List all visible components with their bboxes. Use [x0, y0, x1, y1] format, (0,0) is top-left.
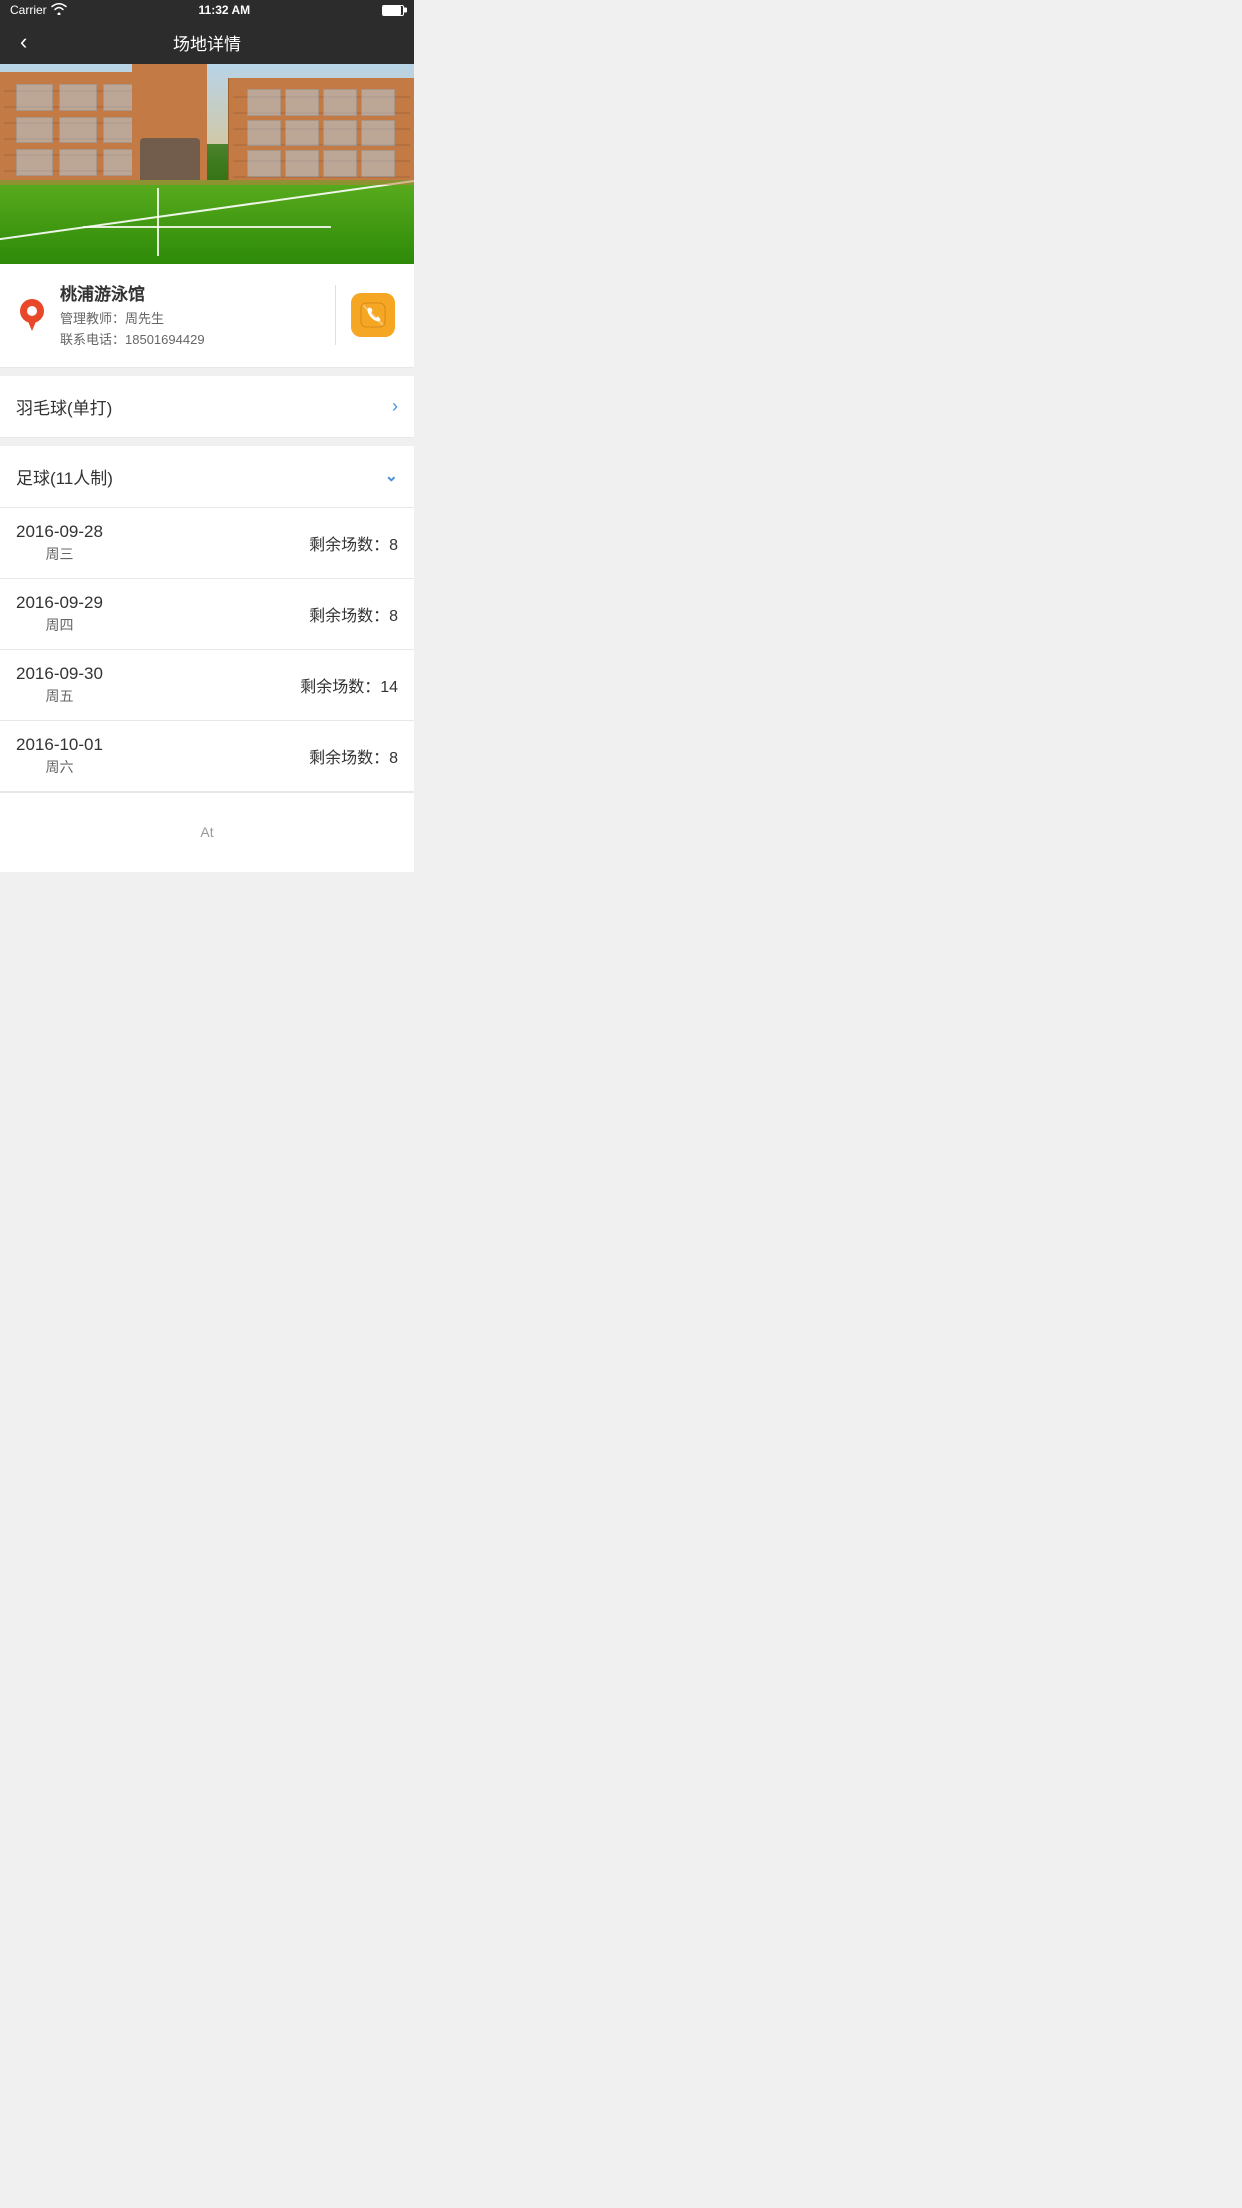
- back-button[interactable]: ‹: [15, 24, 32, 60]
- wifi-icon: [51, 3, 67, 18]
- call-button[interactable]: [348, 290, 398, 340]
- venue-info-section: 桃浦游泳馆 管理教师：周先生 联系电话：18501694429: [0, 264, 414, 368]
- date-info-3: 2016-10-01 周六: [16, 735, 103, 777]
- location-icon: [16, 299, 48, 331]
- status-time: 11:32 AM: [199, 3, 251, 17]
- battery-icon: [382, 5, 404, 16]
- bottom-area: At: [0, 792, 414, 872]
- venue-details: 桃浦游泳馆 管理教师：周先生 联系电话：18501694429: [60, 280, 323, 351]
- bottom-text: At: [200, 824, 213, 840]
- sport-row-badminton[interactable]: 羽毛球(单打) ›: [0, 376, 414, 438]
- remain-count-3: 8: [389, 750, 398, 767]
- venue-image: [0, 64, 414, 264]
- remain-label-3: 剩余场数：: [309, 750, 389, 767]
- date-text-1: 2016-09-29: [16, 593, 103, 613]
- date-text-3: 2016-10-01: [16, 735, 103, 755]
- remain-count-1: 8: [389, 608, 398, 625]
- sport-label-football: 足球(11人制): [16, 464, 113, 489]
- carrier-label: Carrier: [10, 3, 47, 17]
- date-info-0: 2016-09-28 周三: [16, 522, 103, 564]
- remaining-0: 剩余场数：8: [309, 531, 398, 555]
- date-row-3[interactable]: 2016-10-01 周六 剩余场数：8: [0, 721, 414, 792]
- section-separator-2: [0, 438, 414, 446]
- map-pin-icon: [19, 299, 45, 331]
- remain-count-0: 8: [389, 537, 398, 554]
- date-info-1: 2016-09-29 周四: [16, 593, 103, 635]
- date-text-0: 2016-09-28: [16, 522, 103, 542]
- remaining-1: 剩余场数：8: [309, 602, 398, 626]
- chevron-right-icon: ›: [392, 396, 398, 417]
- date-row-2[interactable]: 2016-09-30 周五 剩余场数：14: [0, 650, 414, 721]
- date-row-0[interactable]: 2016-09-28 周三 剩余场数：8: [0, 508, 414, 579]
- venue-name: 桃浦游泳馆: [60, 280, 323, 305]
- status-right: [382, 5, 404, 16]
- venue-manager: 管理教师：周先生: [60, 309, 323, 330]
- date-day-3: 周六: [16, 757, 103, 777]
- date-day-1: 周四: [16, 615, 103, 635]
- remaining-2: 剩余场数：14: [300, 673, 398, 697]
- page-title: 场地详情: [173, 30, 241, 55]
- date-day-0: 周三: [16, 544, 103, 564]
- nav-bar: ‹ 场地详情: [0, 20, 414, 64]
- sport-label-badminton: 羽毛球(单打): [16, 394, 112, 419]
- remain-count-2: 14: [380, 679, 398, 696]
- vertical-divider: [335, 285, 336, 345]
- date-text-2: 2016-09-30: [16, 664, 103, 684]
- manager-label: 管理教师：: [60, 311, 125, 326]
- date-day-2: 周五: [16, 686, 103, 706]
- remaining-3: 剩余场数：8: [309, 744, 398, 768]
- phone-icon-box: [351, 293, 395, 337]
- chevron-down-icon: ⌄: [385, 466, 398, 486]
- grass-field: [0, 180, 414, 264]
- sport-row-football[interactable]: 足球(11人制) ⌄: [0, 446, 414, 508]
- remain-label-1: 剩余场数：: [309, 608, 389, 625]
- phone-label: 联系电话：: [60, 332, 125, 347]
- remain-label-0: 剩余场数：: [309, 537, 389, 554]
- date-row-1[interactable]: 2016-09-29 周四 剩余场数：8: [0, 579, 414, 650]
- status-bar: Carrier 11:32 AM: [0, 0, 414, 20]
- remain-label-2: 剩余场数：: [300, 679, 380, 696]
- section-separator-1: [0, 368, 414, 376]
- date-info-2: 2016-09-30 周五: [16, 664, 103, 706]
- phone-icon: [360, 302, 386, 328]
- venue-phone: 联系电话：18501694429: [60, 330, 323, 351]
- phone-number: 18501694429: [125, 332, 205, 347]
- building-right: [228, 78, 414, 188]
- status-left: Carrier: [10, 3, 67, 18]
- building-center: [132, 64, 207, 188]
- manager-name: 周先生: [125, 311, 164, 326]
